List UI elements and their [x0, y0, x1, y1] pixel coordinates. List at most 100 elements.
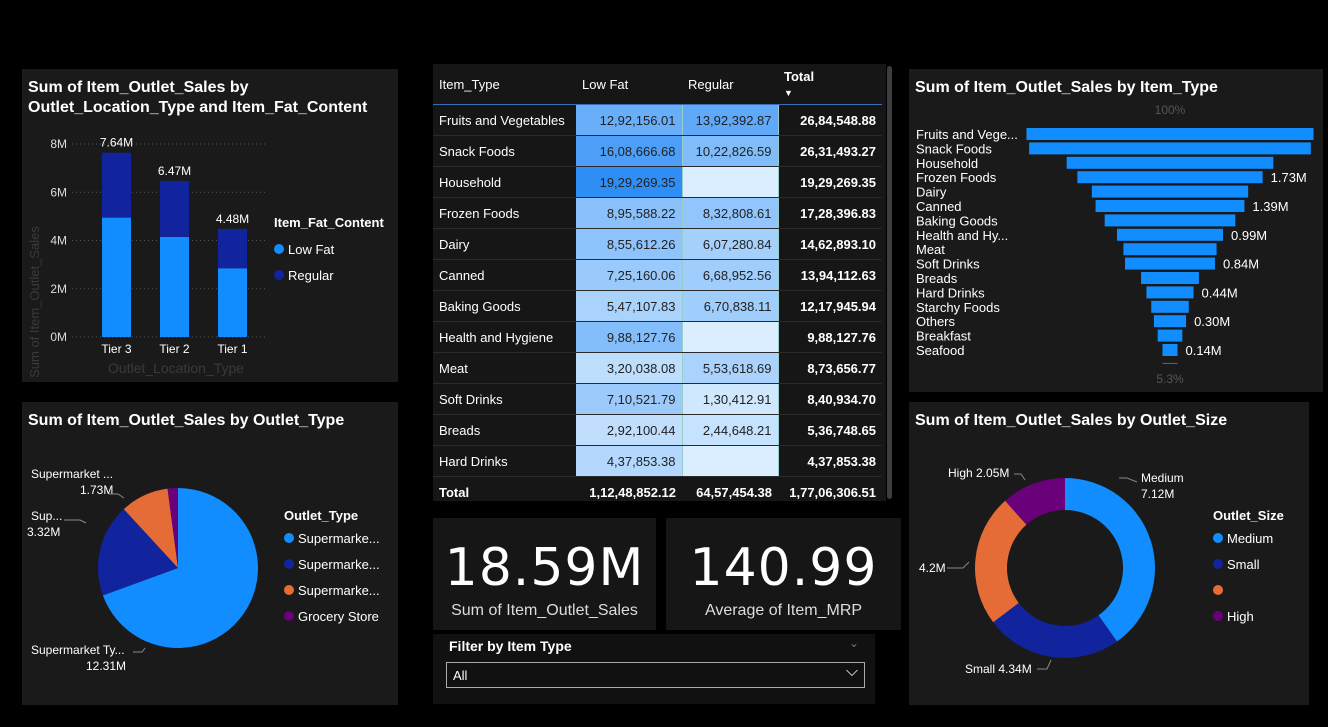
header-item-type[interactable]: Item_Type	[433, 64, 576, 105]
row-total: 17,28,396.83	[778, 197, 882, 229]
slicer-collapse-icon[interactable]: ⌄	[849, 636, 859, 650]
row-total: 4,37,853.38	[778, 445, 882, 477]
table-row[interactable]: Health and Hygiene 9,88,127.76 9,88,127.76	[433, 321, 882, 353]
cell-regular	[682, 445, 779, 477]
funnel-bar	[1095, 200, 1245, 212]
funnel-bar	[1162, 344, 1178, 356]
legend-item-medium[interactable]: Medium	[1213, 525, 1284, 551]
funnel-bar	[1077, 171, 1263, 184]
bar-segment-regular	[160, 180, 189, 237]
donut-slice	[1065, 478, 1155, 642]
sales-matrix-table: Item_Type Low Fat Regular Total ▼ Fruits …	[433, 64, 892, 507]
table-row[interactable]: Baking Goods 5,47,107.83 6,70,838.11 12,17,…	[433, 290, 882, 322]
table-row[interactable]: Hard Drinks 4,37,853.38 4,37,853.38	[433, 445, 882, 477]
cell-regular: 13,92,392.87	[682, 104, 779, 136]
funnel-category-label: Snack Foods	[916, 141, 992, 156]
legend-item-small[interactable]: Small	[1213, 551, 1284, 577]
cell-regular: 6,07,280.84	[682, 228, 779, 260]
bar-segment-regular	[102, 152, 131, 218]
pie-leader-line	[64, 519, 87, 524]
matrix-scrollbar[interactable]	[887, 66, 892, 499]
donut-panel: Sum of Item_Outlet_Sales by Outlet_Size …	[909, 402, 1309, 705]
funnel-bar	[1091, 185, 1249, 198]
kpi-sales-value: 18.59M	[444, 538, 645, 598]
table-row[interactable]: Meat 3,20,038.08 5,53,618.69 8,73,656.77	[433, 352, 882, 384]
legend-item-type3[interactable]: Supermarke...	[284, 577, 380, 603]
fat-content-legend: Item_Fat_Content Low Fat Regular	[274, 215, 384, 288]
pie-label-a-name: Supermarket ...	[31, 467, 113, 481]
pie-leader-line	[133, 647, 146, 653]
legend-title: Outlet_Size	[1213, 508, 1284, 523]
cell-low-fat: 2,92,100.44	[576, 414, 683, 446]
slicer-dropdown[interactable]: All ⌵	[446, 662, 865, 688]
total-grand: 1,77,06,306.51	[778, 476, 882, 507]
row-total: 5,36,748.65	[778, 414, 882, 446]
table-row[interactable]: Frozen Foods 8,95,588.22 8,32,808.61 17,28,…	[433, 197, 882, 229]
funnel-category-label: Frozen Foods	[916, 170, 997, 185]
row-total: 12,17,945.94	[778, 290, 882, 322]
row-total: 26,84,548.88	[778, 104, 882, 136]
kpi-mrp-value: 140.99	[689, 538, 878, 598]
legend-item-type1[interactable]: Supermarke...	[284, 525, 380, 551]
funnel-panel: Sum of Item_Outlet_Sales by Item_Type 10…	[909, 69, 1323, 392]
kpi-sales-label: Sum of Item_Outlet_Sales	[451, 602, 638, 619]
table-row[interactable]: Dairy 8,55,612.26 6,07,280.84 14,62,893.10	[433, 228, 882, 260]
legend-title: Outlet_Type	[284, 508, 359, 523]
funnel-category-label: Breakfast	[916, 329, 971, 344]
funnel-value-label: 0.44M	[1202, 285, 1238, 300]
legend-dot-icon	[284, 533, 294, 543]
table-row[interactable]: Canned 7,25,160.06 6,68,952.56 13,94,112.63	[433, 259, 882, 291]
funnel-category-label: Household	[916, 156, 978, 171]
funnel-bar	[1125, 257, 1215, 270]
funnel-category-label: Hard Drinks	[916, 285, 985, 300]
header-total[interactable]: Total ▼	[778, 64, 882, 105]
row-item-type: Meat	[433, 352, 576, 384]
funnel-bar	[1151, 300, 1189, 313]
y-tick-label: 6M	[50, 185, 67, 199]
funnel-category-label: Seafood	[916, 343, 964, 358]
cell-low-fat: 7,10,521.79	[576, 383, 683, 415]
legend-item-type2[interactable]: Supermarke...	[284, 551, 380, 577]
legend-item-blank[interactable]	[1213, 577, 1284, 603]
row-item-type: Breads	[433, 414, 576, 446]
funnel-category-label: Soft Drinks	[916, 257, 980, 272]
legend-item-low-fat[interactable]: Low Fat	[274, 236, 384, 262]
funnel-category-label: Fruits and Vege...	[916, 127, 1018, 142]
total-regular: 64,57,454.38	[682, 476, 778, 507]
legend-dot-icon	[1213, 585, 1223, 595]
legend-item-grocery[interactable]: Grocery Store	[284, 603, 380, 629]
row-total: 26,31,493.27	[778, 135, 882, 167]
table-row[interactable]: Snack Foods 16,08,666.68 10,22,826.59 26,31…	[433, 135, 882, 167]
header-regular[interactable]: Regular	[682, 64, 778, 105]
table-row[interactable]: Breads 2,92,100.44 2,44,648.21 5,36,748.65	[433, 414, 882, 446]
funnel-bottom-pct: 5.3%	[1156, 372, 1184, 386]
table-row[interactable]: Household 19,29,269.35 19,29,269.35	[433, 166, 882, 198]
cell-low-fat: 12,92,156.01	[576, 104, 683, 136]
cell-low-fat: 16,08,666.68	[576, 135, 683, 167]
header-low-fat[interactable]: Low Fat	[576, 64, 682, 105]
slicer-title: Filter by Item Type	[449, 638, 572, 654]
funnel-category-label: Baking Goods	[916, 213, 998, 228]
funnel-category-label: Breads	[916, 271, 958, 286]
row-item-type: Canned	[433, 259, 576, 291]
funnel-bar	[1157, 329, 1183, 342]
row-item-type: Frozen Foods	[433, 197, 576, 229]
donut-label-medium-name: Medium	[1141, 471, 1184, 485]
table-row[interactable]: Fruits and Vegetables 12,92,156.01 13,92,3…	[433, 104, 882, 136]
legend-dot-icon	[284, 559, 294, 569]
x-tick-label: Tier 2	[159, 342, 190, 356]
pie-label-c-val: 12.31M	[86, 659, 126, 673]
cell-regular	[682, 321, 779, 353]
cell-low-fat: 3,20,038.08	[576, 352, 683, 384]
y-tick-label: 0M	[50, 330, 67, 344]
bar-total-label: 7.64M	[100, 136, 133, 150]
y-tick-label: 2M	[50, 282, 67, 296]
table-row[interactable]: Soft Drinks 7,10,521.79 1,30,412.91 8,40,93…	[433, 383, 882, 415]
funnel-bar	[1066, 156, 1274, 169]
legend-item-regular[interactable]: Regular	[274, 262, 384, 288]
legend-item-high[interactable]: High	[1213, 603, 1284, 629]
bar-segment-low-fat	[160, 236, 189, 337]
funnel-value-label: 1.73M	[1271, 170, 1307, 185]
donut-leader-line	[1014, 473, 1026, 481]
cell-low-fat: 19,29,269.35	[576, 166, 683, 198]
